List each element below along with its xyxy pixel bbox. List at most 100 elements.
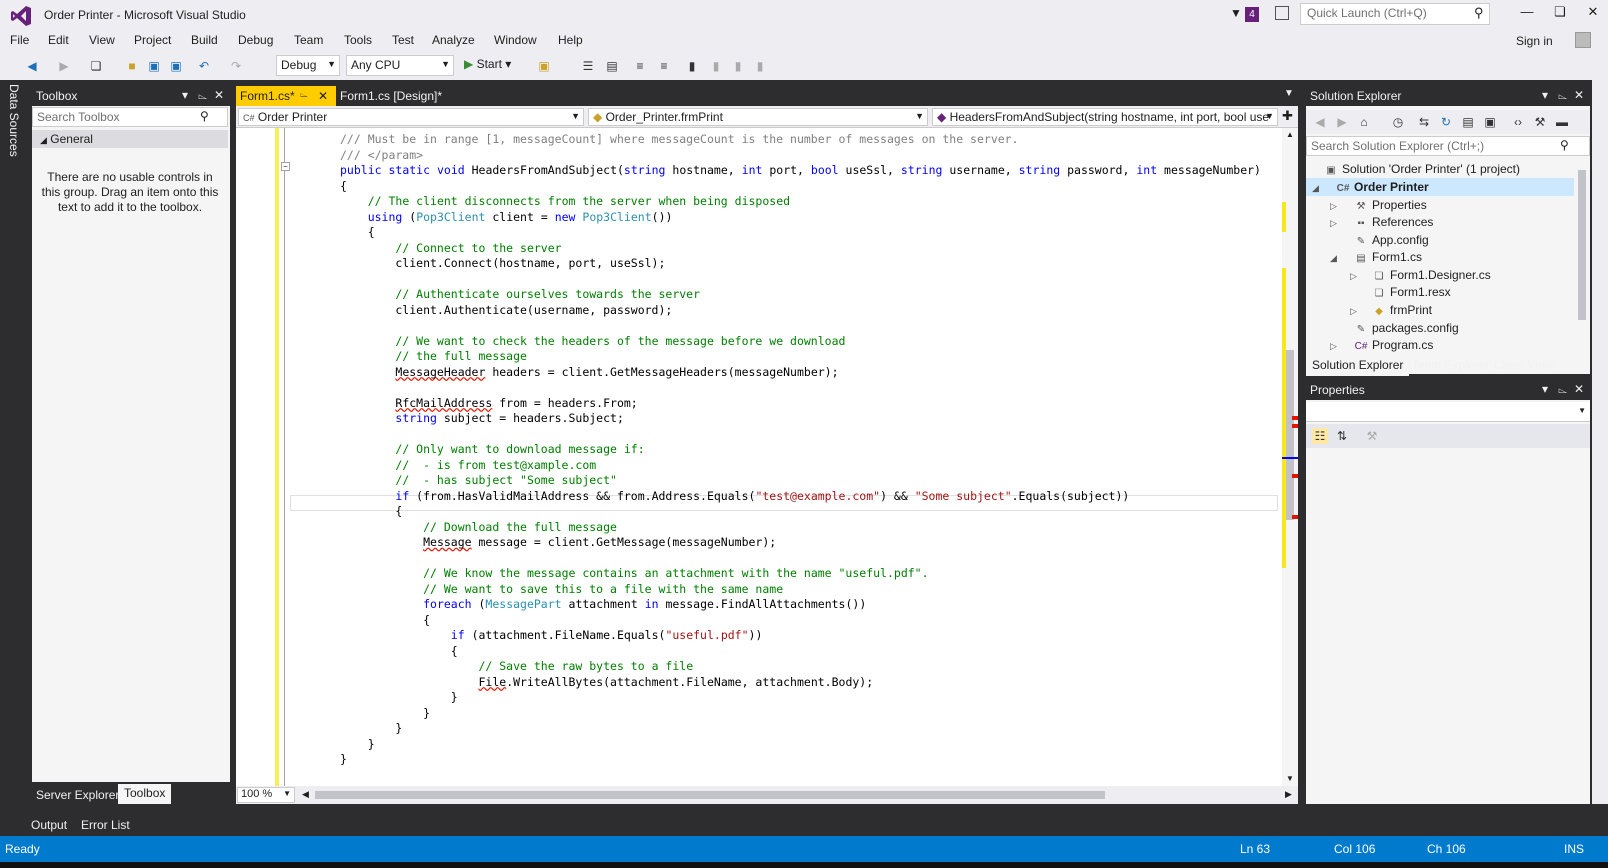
properties-wrench-icon[interactable]: ⚒ — [1532, 114, 1548, 130]
collapsed-arrow-icon[interactable]: ▷ — [1350, 306, 1357, 317]
tab-form1-cs[interactable]: Form1.cs* ⌳ ✕ — [236, 86, 336, 106]
scrollbar-thumb[interactable] — [1578, 170, 1586, 320]
panel-menu-icon[interactable]: ▾ — [182, 88, 188, 102]
expanded-arrow-icon[interactable]: ◢ — [1312, 183, 1319, 194]
code-line[interactable]: { — [340, 224, 375, 240]
code-line[interactable]: if (from.HasValidMailAddress && from.Add… — [340, 488, 1129, 504]
code-line[interactable]: Message message = client.GetMessage(mess… — [340, 534, 776, 550]
menu-project[interactable]: Project — [134, 33, 171, 47]
history-icon[interactable]: ◷ — [1390, 114, 1406, 130]
tab-form1-design[interactable]: Form1.cs [Design]* — [336, 86, 476, 106]
collapsed-arrow-icon[interactable]: ▷ — [1350, 271, 1357, 282]
notification-count[interactable]: 4 — [1245, 7, 1259, 22]
tree-item-app-config[interactable]: ✎ App.config — [1354, 233, 1429, 250]
menu-analyze[interactable]: Analyze — [432, 33, 475, 47]
code-line[interactable]: } — [340, 705, 430, 721]
menu-window[interactable]: Window — [494, 33, 537, 47]
code-line[interactable]: // - has subject "Some subject" — [340, 472, 617, 488]
back-icon[interactable]: ◀ — [1312, 114, 1328, 130]
sign-in-link[interactable]: Sign in — [1516, 34, 1553, 48]
code-line[interactable]: /// </param> — [340, 147, 423, 163]
tree-item-solution[interactable]: ▣ Solution 'Order Printer' (1 project) — [1324, 162, 1520, 179]
menu-help[interactable]: Help — [558, 33, 583, 47]
notification-flag-icon[interactable]: ▼ — [1230, 6, 1242, 20]
preview-icon[interactable]: ▬ — [1554, 114, 1570, 130]
menu-file[interactable]: File — [10, 33, 29, 47]
close-button[interactable]: ✕ — [1578, 4, 1608, 24]
zoom-dropdown[interactable]: 100 % ▼ — [237, 787, 295, 803]
code-line[interactable]: { — [340, 643, 458, 659]
code-line[interactable]: File.WriteAllBytes(attachment.FileName, … — [340, 674, 873, 690]
open-folder-icon[interactable]: ■ — [124, 58, 140, 74]
code-line[interactable]: } — [340, 689, 458, 705]
split-window-icon[interactable]: ✚ — [1282, 108, 1293, 124]
code-line[interactable]: foreach (MessagePart attachment in messa… — [340, 596, 866, 612]
scroll-down-icon[interactable]: ▼ — [1286, 774, 1294, 783]
collapsed-arrow-icon[interactable]: ▷ — [1330, 341, 1337, 352]
configuration-dropdown[interactable]: Debug ▼ — [276, 55, 340, 76]
scroll-left-icon[interactable]: ◀ — [302, 789, 309, 800]
home-icon[interactable]: ⌂ — [1356, 114, 1372, 130]
redo-icon[interactable]: ↷ — [228, 58, 244, 74]
pin-icon[interactable]: ⌳ — [1558, 382, 1567, 397]
code-line[interactable]: if (attachment.FileName.Equals("useful.p… — [340, 627, 763, 643]
code-line[interactable]: } — [340, 736, 375, 752]
menu-debug[interactable]: Debug — [238, 33, 273, 47]
code-line[interactable]: // - is from test@xample.com — [340, 457, 596, 473]
code-line[interactable]: public static void HeadersFromAndSubject… — [340, 162, 1261, 178]
panel-menu-icon[interactable]: ▾ — [1542, 88, 1548, 102]
code-line[interactable]: // Connect to the server — [340, 240, 561, 256]
code-line[interactable]: // Save the raw bytes to a file — [340, 658, 693, 674]
menu-test[interactable]: Test — [392, 33, 414, 47]
menu-tools[interactable]: Tools — [344, 33, 372, 47]
menu-team[interactable]: Team — [294, 33, 323, 47]
tree-item-packages-config[interactable]: ✎ packages.config — [1354, 321, 1459, 338]
new-project-icon[interactable]: ❏ — [88, 58, 104, 74]
tree-item-form1-resx[interactable]: ❏ Form1.resx — [1372, 285, 1451, 302]
close-icon[interactable]: ✕ — [318, 89, 328, 103]
code-line[interactable]: // Authenticate ourselves towards the se… — [340, 286, 700, 302]
pin-icon[interactable]: ⌳ — [1558, 88, 1567, 103]
menu-edit[interactable]: Edit — [48, 33, 69, 47]
scrollbar-thumb[interactable] — [1286, 350, 1294, 520]
tab-class-view[interactable]: Class View — [1488, 356, 1559, 376]
clear-bookmarks-icon[interactable]: ▮ — [752, 58, 768, 74]
step-icon[interactable]: ☰ — [580, 58, 596, 74]
code-line[interactable]: // We know the message contains an attac… — [340, 565, 928, 581]
project-dropdown[interactable]: C# Order Printer ▼ — [238, 108, 584, 126]
horizontal-scrollbar-thumb[interactable] — [315, 791, 1105, 799]
tree-item-form1-designer[interactable]: ❏ Form1.Designer.cs — [1372, 268, 1491, 285]
expanded-arrow-icon[interactable]: ◢ — [1330, 253, 1337, 264]
split-icon[interactable]: ▤ — [604, 58, 620, 74]
indent-icon[interactable]: ≡ — [632, 58, 648, 74]
tab-overflow-icon[interactable]: ▼ — [1284, 88, 1294, 99]
bookmark-icon[interactable]: ▮ — [684, 58, 700, 74]
property-pages-icon[interactable]: ⚒ — [1364, 428, 1380, 444]
menu-build[interactable]: Build — [191, 33, 218, 47]
account-icon[interactable] — [1575, 32, 1591, 48]
code-line[interactable]: { — [340, 178, 347, 194]
member-dropdown[interactable]: ◆ HeadersFromAndSubject(string hostname,… — [932, 108, 1278, 126]
code-line[interactable]: } — [340, 720, 402, 736]
quick-launch-input[interactable]: Quick Launch (Ctrl+Q) — [1300, 3, 1490, 25]
platform-dropdown[interactable]: Any CPU ▼ — [346, 55, 454, 76]
class-dropdown[interactable]: ◆ Order_Printer.frmPrint ▼ — [588, 108, 928, 126]
code-line[interactable]: // Only want to download message if: — [340, 441, 644, 457]
properties-object-dropdown[interactable]: ▼ — [1306, 402, 1590, 422]
code-line[interactable]: using (Pop3Client client = new Pop3Clien… — [340, 209, 673, 225]
code-line[interactable]: } — [340, 751, 347, 767]
scroll-right-icon[interactable]: ▶ — [1285, 789, 1292, 800]
tab-error-list[interactable]: Error List — [81, 818, 130, 832]
menu-view[interactable]: View — [89, 33, 115, 47]
forward-icon[interactable]: ▶ — [56, 58, 72, 74]
toolbox-group-general[interactable]: ◢ General — [32, 130, 228, 148]
start-debugging-button[interactable]: ▶ Start ▾ — [464, 57, 511, 71]
forward-icon[interactable]: ▶ — [1334, 114, 1350, 130]
prev-bookmark-icon[interactable]: ▮ — [708, 58, 724, 74]
search-icon[interactable]: ⚲ — [1474, 5, 1484, 21]
panel-menu-icon[interactable]: ▾ — [1542, 382, 1548, 396]
close-icon[interactable]: ✕ — [1574, 382, 1584, 396]
code-line[interactable]: // Download the full message — [340, 519, 617, 535]
minimize-button[interactable]: — — [1512, 4, 1542, 24]
tab-team-explorer[interactable]: Team Explorer — [1406, 356, 1495, 376]
